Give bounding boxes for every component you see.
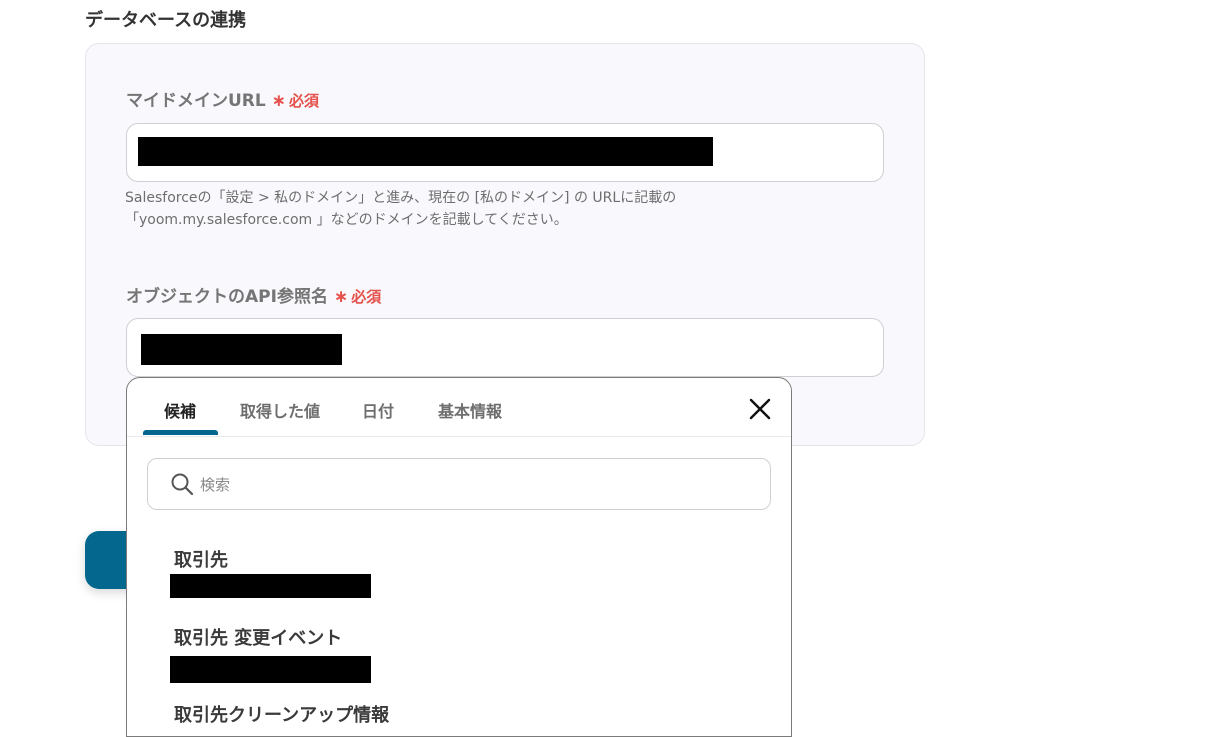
redacted-value — [170, 574, 371, 598]
suggestion-popup: 候補 取得した値 日付 基本情報 取引先 取引先 変更イベント 取引先クリーンア… — [126, 377, 792, 737]
domain-help-text: Salesforceの「設定 > 私のドメイン」と進み、現在の [私のドメイン]… — [125, 187, 676, 231]
required-badge: 必須 — [288, 92, 319, 110]
redacted-value — [141, 334, 342, 365]
section-title: データベースの連携 — [85, 10, 247, 31]
domain-input[interactable] — [126, 123, 884, 182]
required-star-icon: ∗ — [333, 287, 349, 307]
list-item[interactable]: 取引先 変更イベント — [174, 624, 342, 650]
help-line-2: 「yoom.my.salesforce.com 」などのドメインを記載してくださ… — [125, 212, 568, 228]
list-item[interactable]: 取引先クリーンアップ情報 — [174, 701, 389, 727]
object-field-label: オブジェクトのAPI参照名 ∗ 必須 — [126, 282, 381, 307]
search-box — [147, 458, 771, 510]
active-tab-indicator — [143, 430, 218, 435]
search-input[interactable] — [198, 469, 742, 501]
list-item[interactable]: 取引先 — [174, 546, 228, 572]
required-star-icon: ∗ — [271, 91, 286, 111]
help-line-1: Salesforceの「設定 > 私のドメイン」と進み、現在の [私のドメイン]… — [125, 190, 677, 206]
popup-tabs: 候補 取得した値 日付 基本情報 — [127, 378, 791, 437]
tab-acquired-values[interactable]: 取得した値 — [240, 398, 320, 422]
domain-field-label: マイドメインURL ∗ 必須 — [126, 86, 319, 111]
redacted-value — [170, 656, 371, 683]
tab-basic-info[interactable]: 基本情報 — [438, 398, 502, 422]
close-icon[interactable] — [747, 396, 773, 422]
redacted-value — [138, 137, 713, 166]
required-badge: 必須 — [351, 288, 382, 306]
search-icon — [170, 472, 194, 496]
object-label-text: オブジェクトのAPI参照名 — [126, 287, 328, 307]
tab-candidates[interactable]: 候補 — [164, 398, 196, 422]
domain-label-text: マイドメインURL — [126, 91, 266, 111]
object-input[interactable] — [126, 318, 884, 377]
tab-date[interactable]: 日付 — [362, 398, 394, 422]
